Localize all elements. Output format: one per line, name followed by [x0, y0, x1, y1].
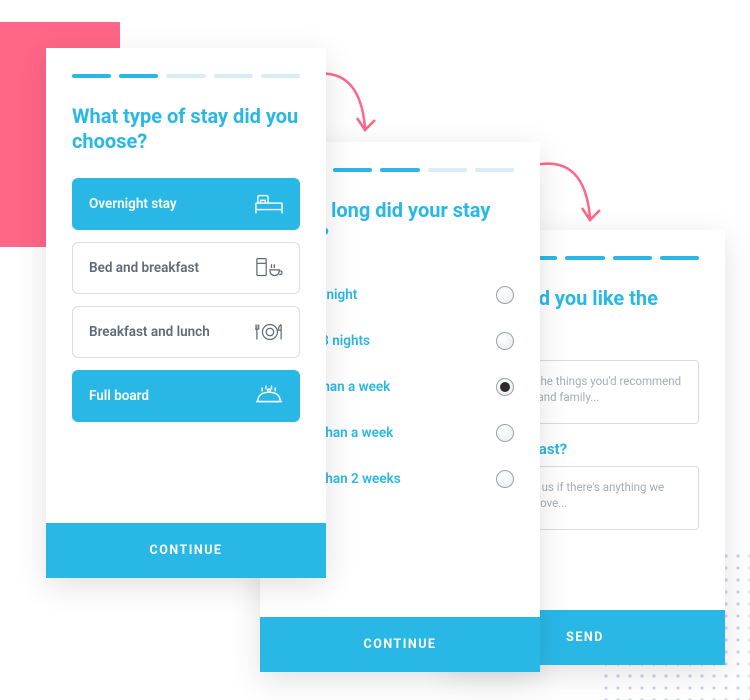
continue-button[interactable]: CONTINUE	[260, 617, 540, 672]
flow-arrow-2	[530, 150, 610, 230]
radio-indicator	[496, 378, 514, 396]
option-label: Overnight stay	[89, 196, 177, 212]
option-full-board[interactable]: Full board	[72, 370, 300, 422]
bed-icon	[255, 193, 283, 215]
cloche-icon	[255, 385, 283, 407]
meal-icon	[255, 321, 283, 343]
radio-indicator	[496, 470, 514, 488]
option-bed-breakfast[interactable]: Bed and breakfast	[72, 242, 300, 294]
radio-indicator	[496, 424, 514, 442]
option-overnight-stay[interactable]: Overnight stay	[72, 178, 300, 230]
question-title: What type of stay did you choose?	[72, 104, 300, 154]
option-label: Breakfast and lunch	[89, 324, 210, 340]
option-label: Bed and breakfast	[89, 260, 199, 276]
progress-bar	[72, 74, 300, 78]
breakfast-icon	[255, 257, 283, 279]
radio-indicator	[496, 286, 514, 304]
radio-indicator	[496, 332, 514, 350]
survey-card-step-1: What type of stay did you choose? Overni…	[46, 48, 326, 578]
continue-button[interactable]: CONTINUE	[46, 523, 326, 578]
option-label: Full board	[89, 388, 149, 404]
option-breakfast-lunch[interactable]: Breakfast and lunch	[72, 306, 300, 358]
